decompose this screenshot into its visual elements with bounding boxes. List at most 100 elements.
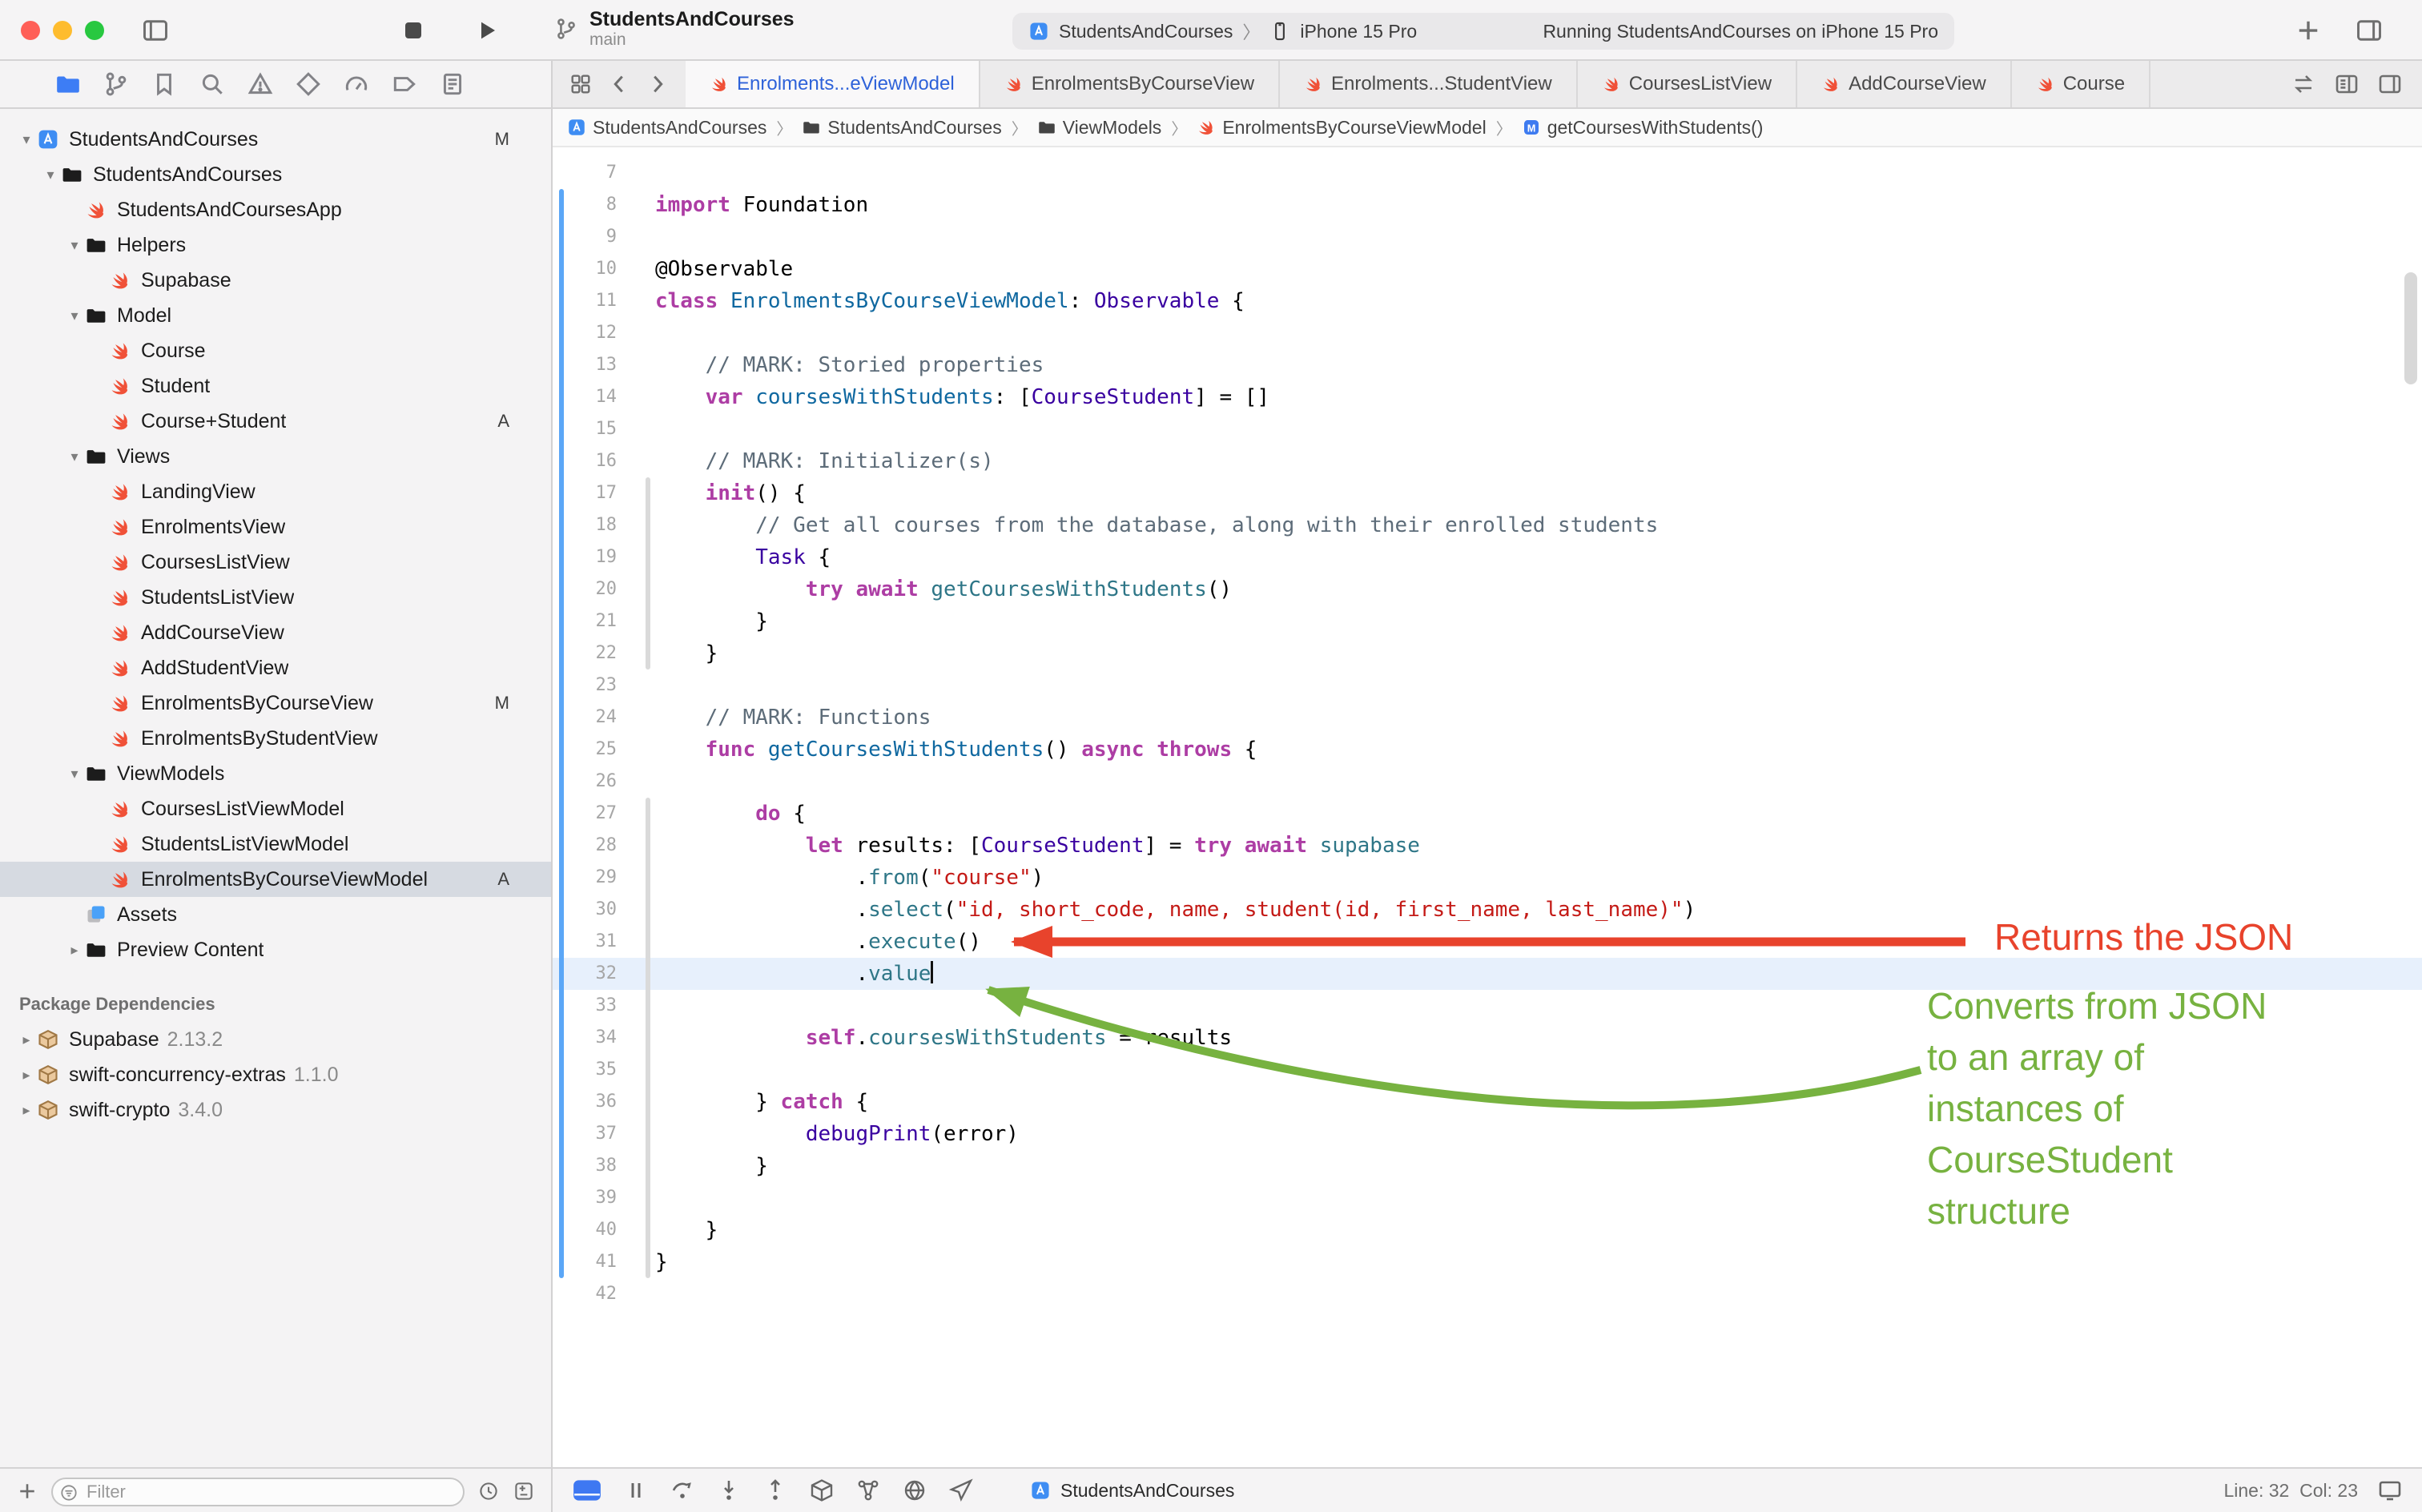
tree-item-viewmodels[interactable]: ▾ ViewModels bbox=[0, 756, 551, 791]
code-line[interactable]: 8 import Foundation bbox=[553, 189, 2422, 221]
activity-status-pill[interactable]: StudentsAndCourses 〉 iPhone 15 Pro Runni… bbox=[1012, 13, 1954, 50]
code-line[interactable]: 24 // MARK: Functions bbox=[553, 702, 2422, 734]
tree-item-assets[interactable]: Assets bbox=[0, 897, 551, 932]
tab-enrolmentsbycourseview[interactable]: EnrolmentsByCourseView bbox=[979, 61, 1280, 107]
code-line[interactable]: 9 bbox=[553, 221, 2422, 253]
code-line[interactable]: 21 } bbox=[553, 605, 2422, 637]
tree-item-student[interactable]: Student bbox=[0, 368, 551, 404]
code-line[interactable]: 18 // Get all courses from the database,… bbox=[553, 509, 2422, 541]
view-hierarchy-button[interactable] bbox=[809, 1478, 835, 1503]
tree-item-studentsandcourses[interactable]: ▾ StudentsAndCourses M bbox=[0, 122, 551, 157]
code-line[interactable]: 13 // MARK: Storied properties bbox=[553, 349, 2422, 381]
disclosure-triangle[interactable]: ▾ bbox=[64, 766, 85, 782]
code-line[interactable]: 15 bbox=[553, 413, 2422, 445]
code-line[interactable]: 20 try await getCoursesWithStudents() bbox=[553, 573, 2422, 605]
add-button[interactable] bbox=[2294, 16, 2323, 45]
disclosure-triangle[interactable]: ▸ bbox=[16, 1031, 37, 1048]
code-line[interactable]: 26 bbox=[553, 766, 2422, 798]
code-line[interactable]: 22 } bbox=[553, 637, 2422, 670]
tree-item-enrolmentsbystudentview[interactable]: EnrolmentsByStudentView bbox=[0, 721, 551, 756]
sidebar-toggle-icon[interactable] bbox=[141, 16, 170, 45]
step-into-button[interactable] bbox=[716, 1478, 742, 1503]
code-line[interactable]: 23 bbox=[553, 670, 2422, 702]
tree-item-course-student[interactable]: Course+Student A bbox=[0, 404, 551, 439]
toggle-debug-area-button[interactable] bbox=[572, 1478, 602, 1503]
recent-files-icon[interactable] bbox=[477, 1479, 500, 1502]
code-review-icon[interactable] bbox=[2291, 71, 2316, 97]
add-editor-icon[interactable] bbox=[2377, 71, 2403, 97]
disclosure-triangle[interactable]: ▾ bbox=[64, 237, 85, 254]
disclosure-triangle[interactable]: ▾ bbox=[64, 308, 85, 324]
fold-ribbon[interactable] bbox=[646, 477, 650, 670]
disclosure-triangle[interactable]: ▾ bbox=[16, 131, 37, 148]
breadcrumb-studentsandcourses[interactable]: StudentsAndCourses bbox=[567, 117, 766, 139]
tree-item-studentsandcoursesapp[interactable]: StudentsAndCoursesApp bbox=[0, 192, 551, 227]
run-button[interactable] bbox=[474, 18, 500, 43]
display-target-icon[interactable] bbox=[2377, 1478, 2403, 1503]
stop-button[interactable] bbox=[400, 18, 426, 43]
scrollbar-thumb[interactable] bbox=[2404, 272, 2417, 384]
tree-item-enrolmentsbycourseview[interactable]: EnrolmentsByCourseView M bbox=[0, 686, 551, 721]
breakpoints-navigator-button[interactable] bbox=[391, 70, 418, 98]
breadcrumb-viewmodels[interactable]: ViewModels bbox=[1037, 117, 1162, 139]
minimize-button[interactable] bbox=[53, 21, 72, 40]
network-conditions-button[interactable] bbox=[902, 1478, 927, 1503]
issues-navigator-button[interactable] bbox=[247, 70, 274, 98]
scheme-info[interactable]: StudentsAndCourses main bbox=[554, 8, 795, 50]
code-line[interactable]: 11 class EnrolmentsByCourseViewModel: Ob… bbox=[553, 285, 2422, 317]
filter-input[interactable] bbox=[51, 1478, 465, 1506]
close-button[interactable] bbox=[21, 21, 40, 40]
running-app-indicator[interactable]: StudentsAndCourses bbox=[1030, 1480, 1234, 1502]
disclosure-triangle[interactable]: ▸ bbox=[16, 1067, 37, 1084]
tree-item-model[interactable]: ▾ Model bbox=[0, 298, 551, 333]
tab-overview-icon[interactable] bbox=[569, 72, 593, 96]
tree-item-addstudentview[interactable]: AddStudentView bbox=[0, 650, 551, 686]
tree-item-landingview[interactable]: LandingView bbox=[0, 474, 551, 509]
disclosure-triangle[interactable]: ▾ bbox=[64, 448, 85, 465]
project-navigator-button[interactable] bbox=[54, 70, 82, 98]
tests-navigator-button[interactable] bbox=[295, 70, 322, 98]
memory-graph-button[interactable] bbox=[855, 1478, 881, 1503]
code-line[interactable]: 10 @Observable bbox=[553, 253, 2422, 285]
tree-item-swift-concurrency-extras[interactable]: ▸ swift-concurrency-extras 1.1.0 bbox=[0, 1057, 551, 1092]
bookmarks-navigator-button[interactable] bbox=[151, 70, 178, 98]
line-number[interactable]: 7 bbox=[553, 157, 617, 189]
step-out-button[interactable] bbox=[762, 1478, 788, 1503]
tree-item-helpers[interactable]: ▾ Helpers bbox=[0, 227, 551, 263]
inspector-toggle-icon[interactable] bbox=[2355, 16, 2384, 45]
tree-item-studentslistview[interactable]: StudentsListView bbox=[0, 580, 551, 615]
reports-navigator-button[interactable] bbox=[439, 70, 466, 98]
code-line[interactable]: 29 .from("course") bbox=[553, 862, 2422, 894]
breadcrumb-enrolmentsbycourseviewmodel[interactable]: EnrolmentsByCourseViewModel bbox=[1197, 117, 1486, 139]
debug-navigator-button[interactable] bbox=[343, 70, 370, 98]
tree-item-enrolmentsview[interactable]: EnrolmentsView bbox=[0, 509, 551, 545]
scheme-name[interactable]: StudentsAndCourses bbox=[1059, 21, 1233, 42]
find-navigator-button[interactable] bbox=[199, 70, 226, 98]
fold-ribbon[interactable] bbox=[646, 798, 650, 1278]
source-control-filter-icon[interactable] bbox=[513, 1479, 535, 1502]
step-over-button[interactable] bbox=[670, 1478, 695, 1503]
tab-course[interactable]: Course bbox=[2010, 61, 2150, 107]
line-number[interactable]: 42 bbox=[553, 1278, 617, 1310]
tree-item-swift-crypto[interactable]: ▸ swift-crypto 3.4.0 bbox=[0, 1092, 551, 1128]
tree-item-addcourseview[interactable]: AddCourseView bbox=[0, 615, 551, 650]
tree-item-course[interactable]: Course bbox=[0, 333, 551, 368]
code-line[interactable]: 27 do { bbox=[553, 798, 2422, 830]
code-line[interactable]: 16 // MARK: Initializer(s) bbox=[553, 445, 2422, 477]
tab-courseslistview[interactable]: CoursesListView bbox=[1576, 61, 1797, 107]
add-item-icon[interactable] bbox=[16, 1479, 38, 1502]
back-icon[interactable] bbox=[607, 72, 631, 96]
tab-enrolments-studentview[interactable]: Enrolments...StudentView bbox=[1278, 61, 1578, 107]
tree-item-courseslistview[interactable]: CoursesListView bbox=[0, 545, 551, 580]
code-line[interactable]: 7 bbox=[553, 157, 2422, 189]
tree-item-studentsandcourses[interactable]: ▾ StudentsAndCourses bbox=[0, 157, 551, 192]
source-editor[interactable]: 7 8 import Foundation 9 10 @Observable 1… bbox=[553, 147, 2422, 1467]
editor-options-icon[interactable] bbox=[2334, 71, 2360, 97]
source-control-navigator-button[interactable] bbox=[103, 70, 130, 98]
code-line[interactable]: 42 bbox=[553, 1278, 2422, 1310]
disclosure-triangle[interactable]: ▸ bbox=[64, 942, 85, 959]
disclosure-triangle[interactable]: ▸ bbox=[16, 1102, 37, 1119]
code-line[interactable]: 19 Task { bbox=[553, 541, 2422, 573]
run-destination[interactable]: iPhone 15 Pro bbox=[1300, 21, 1417, 42]
code-line[interactable]: 17 init() { bbox=[553, 477, 2422, 509]
